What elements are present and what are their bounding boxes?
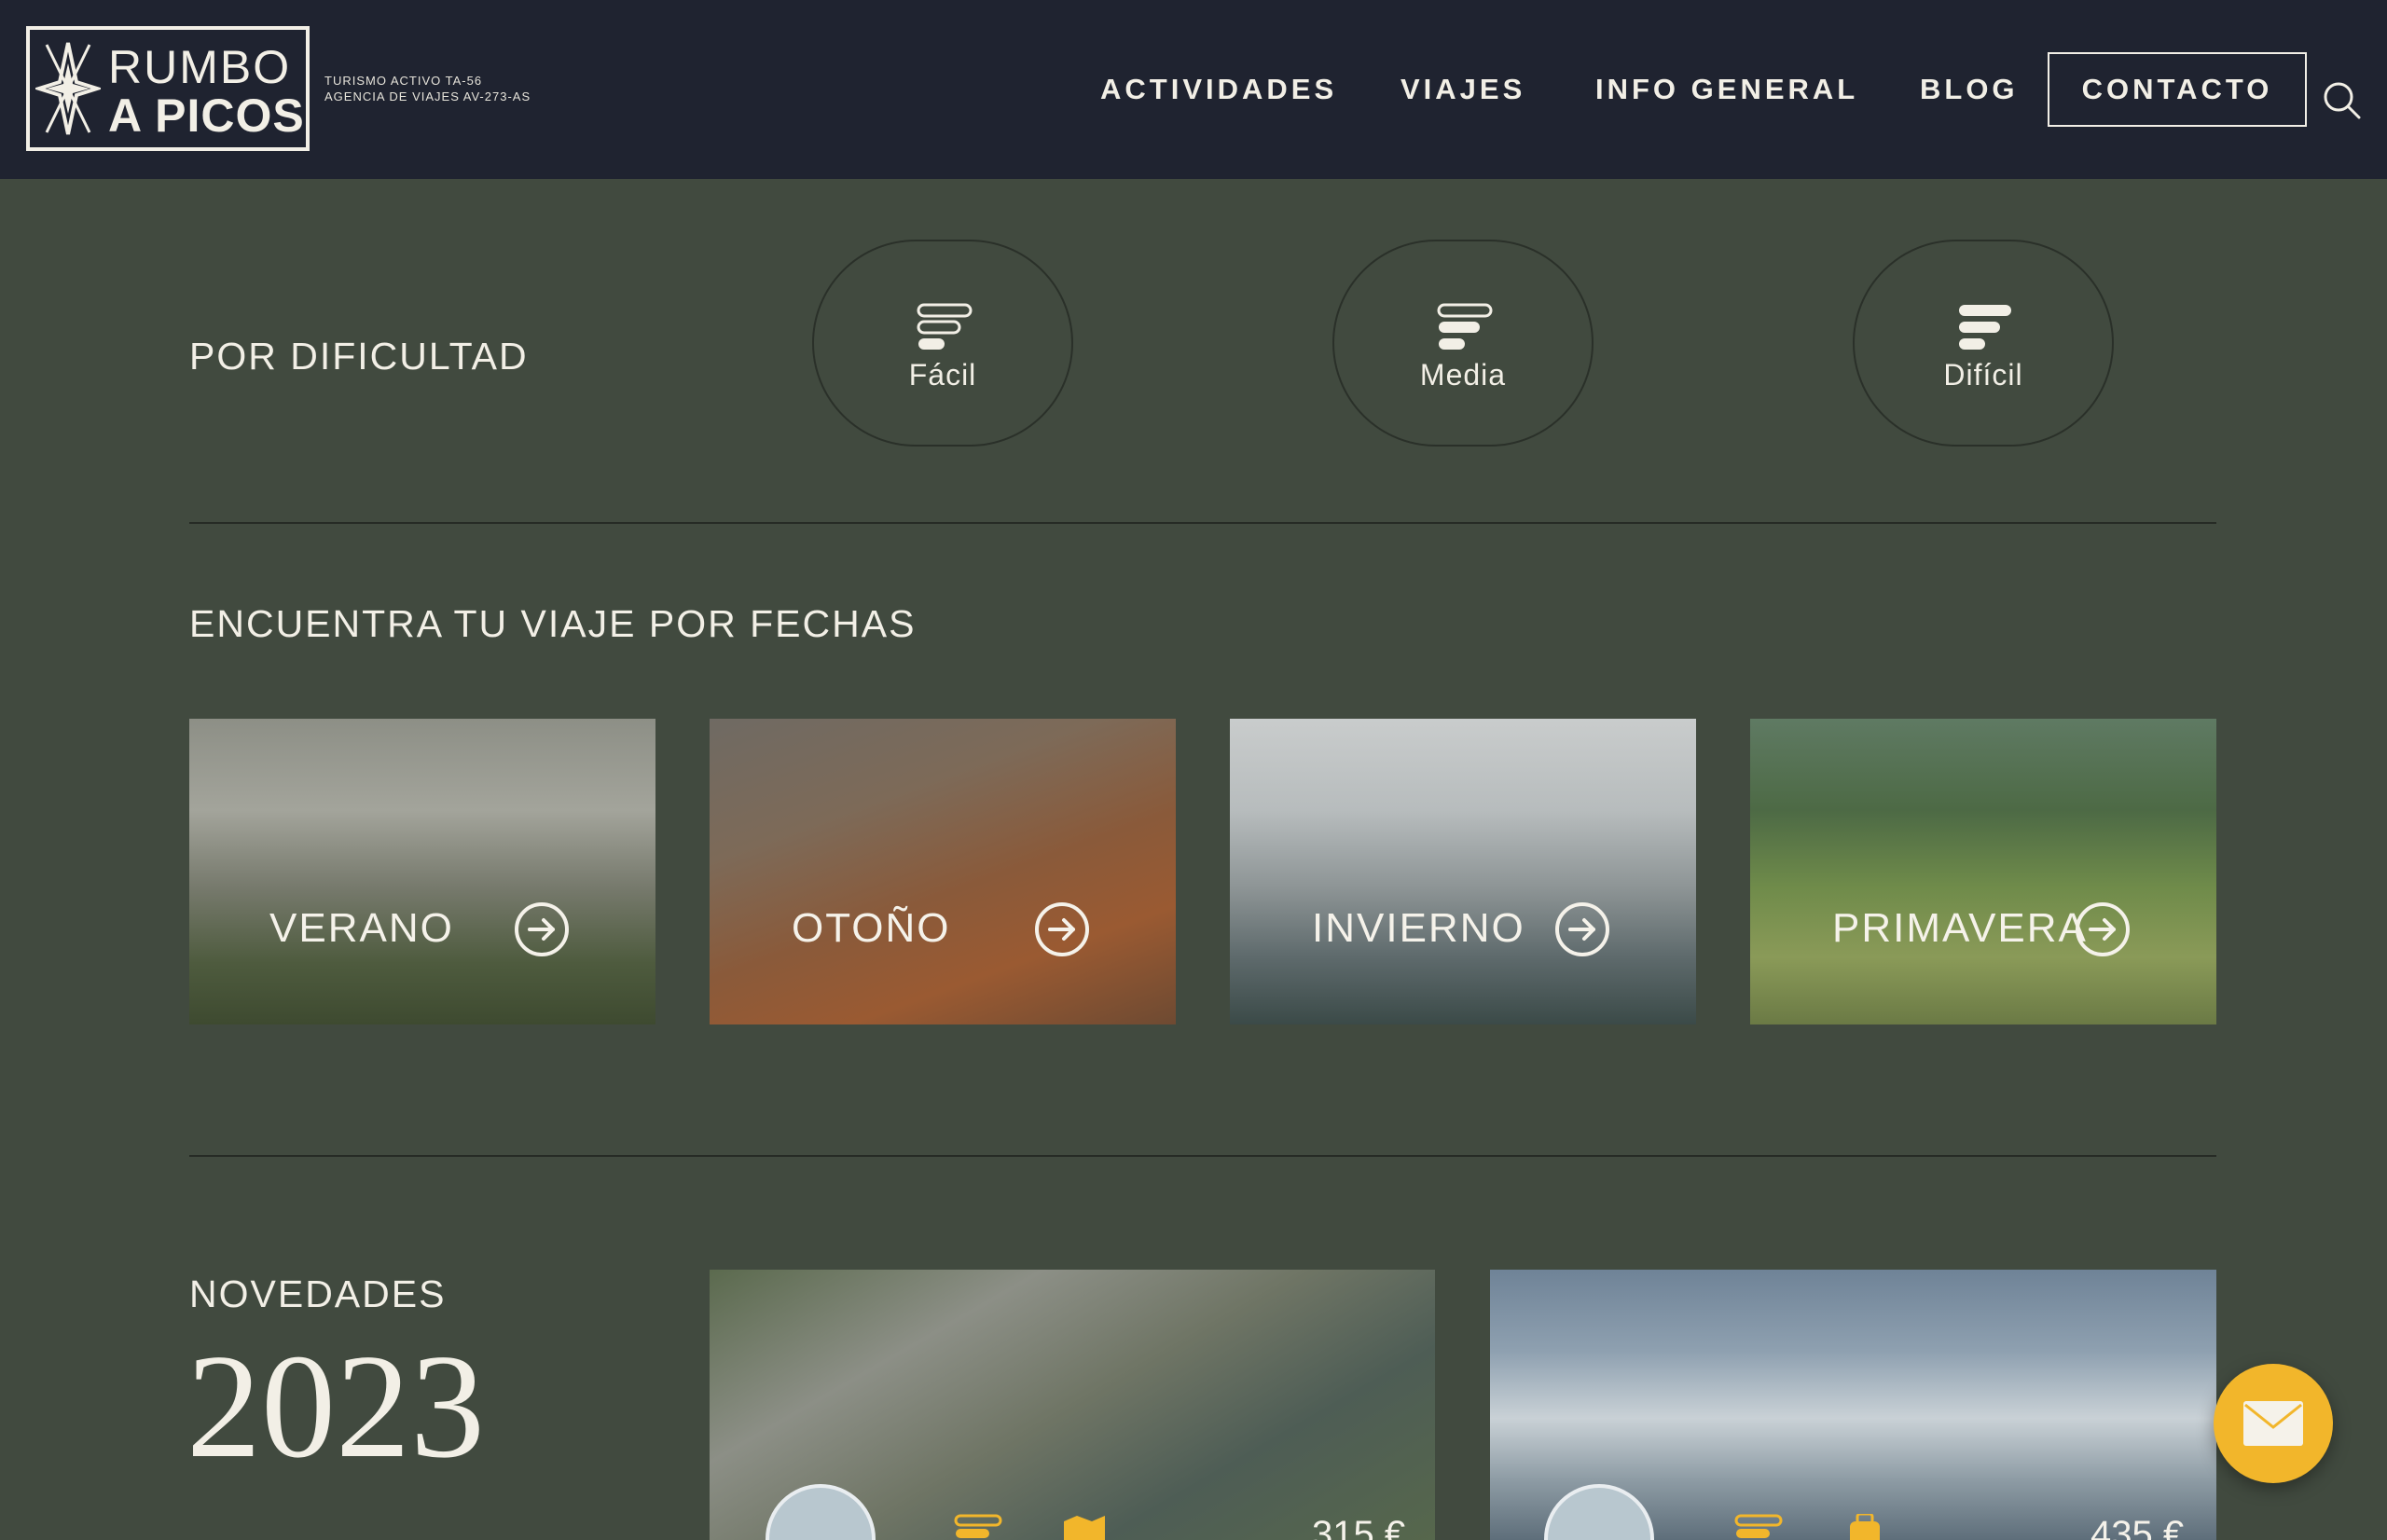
- nav-actividades[interactable]: ACTIVIDADES: [1100, 73, 1337, 106]
- arrow-right-circle-icon: [1555, 902, 1609, 956]
- season-label-summer: VERANO: [269, 905, 454, 951]
- logo[interactable]: RUMBO A PICOS: [26, 26, 310, 151]
- difficulty-bars-icon: [954, 1514, 1002, 1538]
- logo-line-2: A PICOS: [108, 89, 305, 142]
- dates-title: ENCUENTRA TU VIAJE POR FECHAS: [189, 602, 917, 645]
- arrow-right-circle-icon: [1035, 902, 1089, 956]
- contact-button[interactable]: CONTACTO: [2048, 52, 2307, 127]
- season-label-spring: PRIMAVERA: [1832, 905, 2088, 951]
- season-card-autumn[interactable]: OTOÑO: [710, 719, 1176, 1024]
- trip-price: 315 €: [1312, 1514, 1406, 1540]
- license-info: TURISMO ACTIVO TA-56 AGENCIA DE VIAJES A…: [324, 73, 531, 104]
- difficulty-hard-label: Difícil: [1943, 358, 2023, 392]
- season-card-winter[interactable]: INVIERNO: [1230, 719, 1696, 1024]
- novedades-title: NOVEDADES: [189, 1272, 447, 1315]
- winter-snow-image: [1230, 719, 1696, 1024]
- nav-info-general[interactable]: INFO GENERAL: [1595, 73, 1858, 106]
- section-divider: [189, 1155, 2216, 1157]
- season-label-winter: INVIERNO: [1312, 905, 1525, 951]
- summer-mountain-image: [189, 719, 655, 1024]
- nav-blog[interactable]: BLOG: [1920, 73, 2019, 106]
- spring-meadow-image: [1750, 719, 2216, 1024]
- difficulty-easy-button[interactable]: Fácil: [812, 240, 1073, 447]
- compass-star-icon: [35, 42, 101, 135]
- autumn-forest-image: [710, 719, 1176, 1024]
- difficulty-bars-icon: [1437, 303, 1493, 350]
- nav-viajes[interactable]: VIAJES: [1400, 73, 1525, 106]
- season-card-spring[interactable]: PRIMAVERA: [1750, 719, 2216, 1024]
- season-card-summer[interactable]: VERANO: [189, 719, 655, 1024]
- difficulty-medium-button[interactable]: Media: [1332, 240, 1594, 447]
- arrow-right-circle-icon: [515, 902, 569, 956]
- trip-price: 435 €: [2090, 1514, 2185, 1540]
- difficulty-bars-icon: [917, 303, 973, 350]
- season-label-autumn: OTOÑO: [792, 905, 951, 951]
- map-icon: [1064, 1516, 1105, 1540]
- license-tourism: TURISMO ACTIVO TA-56: [324, 74, 483, 88]
- difficulty-bars-icon: [1959, 305, 2011, 350]
- difficulty-medium-label: Media: [1419, 358, 1507, 392]
- arrow-right-circle-icon: [2076, 902, 2130, 956]
- trip-card-canyoning[interactable]: 315 €: [710, 1270, 1435, 1540]
- mail-button[interactable]: [2214, 1364, 2333, 1483]
- difficulty-hard-button[interactable]: Difícil: [1853, 240, 2114, 447]
- difficulty-easy-label: Fácil: [908, 358, 977, 392]
- site-header: RUMBO A PICOS TURISMO ACTIVO TA-56 AGENC…: [0, 0, 2387, 179]
- trip-card-picos[interactable]: 435 €: [1490, 1270, 2216, 1540]
- difficulty-title: POR DIFICULTAD: [189, 335, 529, 378]
- logo-line-1: RUMBO: [108, 41, 292, 93]
- section-divider: [189, 522, 2216, 524]
- backpack-icon: [1850, 1514, 1880, 1540]
- difficulty-bars-icon: [1734, 1514, 1783, 1538]
- search-icon[interactable]: [2322, 80, 2363, 121]
- mail-icon: [2243, 1401, 2303, 1446]
- novedades-year: 2023: [186, 1323, 485, 1489]
- license-agency: AGENCIA DE VIAJES AV-273-AS: [324, 89, 531, 103]
